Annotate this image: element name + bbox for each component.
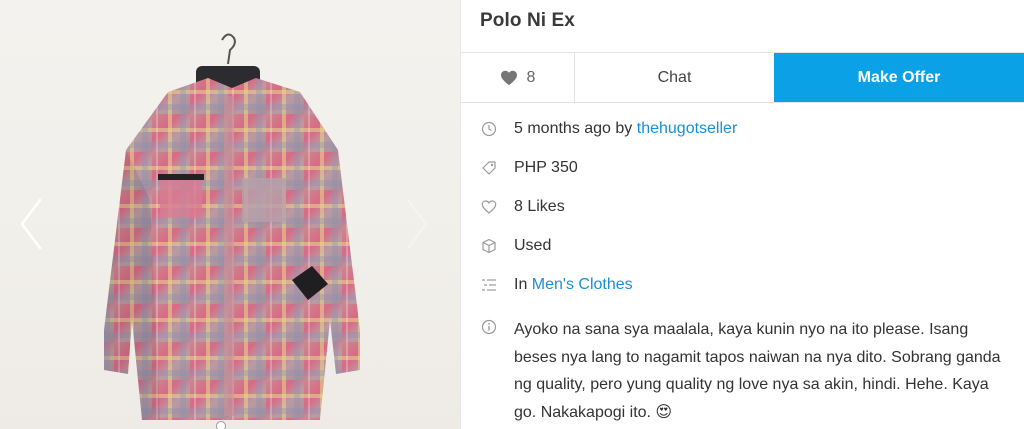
carousel-indicator[interactable] (216, 421, 226, 429)
listing-detail-panel: Polo Ni Ex 8 Chat Make Offer 5 months ag… (461, 0, 1024, 429)
chevron-right-icon[interactable] (402, 196, 432, 252)
like-button[interactable]: 8 (461, 53, 575, 102)
price-tag-icon (482, 161, 496, 175)
posted-time: 5 months ago by (514, 120, 637, 137)
price: PHP 350 (514, 159, 578, 176)
clock-icon (481, 121, 497, 137)
seller-link[interactable]: thehugotseller (637, 120, 738, 137)
description: Ayoko na sana sya maalala, kaya kunin ny… (514, 321, 1001, 421)
action-bar: 8 Chat Make Offer (461, 52, 1024, 103)
product-photo[interactable] (0, 0, 461, 429)
chevron-left-icon[interactable] (16, 196, 46, 252)
category-link[interactable]: Men's Clothes (532, 276, 633, 293)
likes-count: 8 Likes (514, 198, 565, 215)
make-offer-button[interactable]: Make Offer (774, 53, 1024, 102)
condition: Used (514, 237, 552, 254)
heart-outline-icon (481, 200, 497, 214)
category-list-icon (482, 279, 496, 291)
listing-title: Polo Ni Ex (480, 10, 575, 31)
heart-icon (500, 70, 517, 85)
category-prefix: In (514, 276, 532, 293)
like-count: 8 (526, 68, 536, 86)
box-icon (482, 238, 496, 254)
chat-button[interactable]: Chat (575, 53, 774, 102)
shirt-image (104, 33, 360, 420)
info-icon (481, 319, 497, 335)
